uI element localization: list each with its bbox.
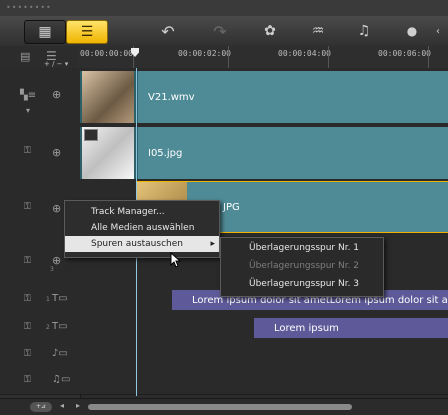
track-visibility-icon[interactable]: ⊕ [52,202,61,215]
scroll-right-icon[interactable]: ▸ [76,401,80,410]
zoom-button[interactable]: +⊿ [30,402,52,412]
storyboard-view-button[interactable]: ▦ [24,20,66,44]
title-clip[interactable]: Lorem ipsum [254,318,448,338]
clip-label: V21.wmv [148,91,195,103]
submenu-item-overlay-1[interactable]: Überlagerungsspur Nr. 1 [221,240,383,256]
ruler-tick: 00:00:00:00 [80,49,133,58]
time-ruler[interactable]: 00:00:00:00 00:00:02:00 00:00:04:00 00:0… [78,46,448,68]
auto-music-button[interactable]: ♫ [344,20,384,42]
menu-item-select-all-media[interactable]: Alle Medien auswählen [65,220,219,236]
title-track-icon[interactable]: T▭ [52,293,68,304]
ruler-tick: 00:00:02:00 [178,49,231,58]
timeline-toolbar: ▦ ☰ ↶ ↷ ✿ ♒ ♫ ● ‹ [0,16,448,47]
record-capture-icon: ✿ [264,23,276,39]
track-visibility-icon[interactable]: ⊕ [52,146,61,159]
sound-mixer-button[interactable]: ♒ [298,20,338,42]
chevron-right-icon: ‹ [436,25,440,37]
clip-label: JPG [223,201,240,213]
add-remove-track-button[interactable]: + / − ▾ [44,60,68,68]
undo-button[interactable]: ↶ [148,20,188,42]
music-track-icon[interactable]: ♫▭ [52,374,70,385]
grip-dots: •••••••• [6,3,52,12]
clip-thumbnail [82,127,134,179]
redo-icon: ↷ [213,21,227,41]
voice-track-icon[interactable]: ♪▭ [52,348,68,359]
more-icon: ● [406,24,418,38]
menu-item-track-manager[interactable]: Track Manager... [65,204,219,220]
swap-tracks-submenu: Überlagerungsspur Nr. 1 Überlagerungsspu… [220,237,384,297]
clip-label: I05.jpg [148,147,183,159]
window-top-strip: •••••••• [0,0,448,17]
submenu-item-overlay-2: Überlagerungsspur Nr. 2 [249,261,360,271]
redo-button[interactable]: ↷ [200,20,240,42]
lock-icon[interactable]: ⚿ [24,202,31,212]
track-visibility-icon[interactable]: ⊕ [52,88,61,101]
chevron-down-icon[interactable]: ▾ [26,106,30,115]
sound-mixer-icon: ♒ [311,23,325,39]
lock-icon[interactable]: ⚿ [24,256,31,266]
undo-icon: ↶ [161,21,175,41]
lock-icon[interactable]: ⚿ [24,294,31,304]
scroll-left-icon[interactable]: ◂ [60,401,64,410]
film-strip-icon[interactable]: ▤ [20,50,30,63]
context-menu: Track Manager... Alle Medien auswählen S… [64,200,220,258]
horizontal-scrollbar-thumb[interactable] [88,404,352,410]
clip-label: Lorem ipsum [274,322,339,334]
ruler-tick: 00:00:06:00 [378,49,431,58]
clip-thumbnail [82,71,134,123]
track-number: 2 [46,324,50,331]
track-row-music: ⚿ ♫▭ [0,368,448,395]
timeline-view-icon: ☰ [80,24,94,40]
title-track-icon[interactable]: T▭ [52,321,68,332]
lock-icon[interactable]: ⚿ [24,375,31,385]
track-number: 1 [46,296,50,303]
chevron-right-icon: ▸ [210,239,215,249]
lock-icon[interactable]: ⚿ [24,322,31,332]
ruler-tick: 00:00:04:00 [278,49,331,58]
track-number: 3 [50,266,54,273]
timeline-footer: +⊿ ◂ ▸ [0,398,448,415]
timeline-view-button[interactable]: ☰ [66,20,108,44]
track-row-voice: ⚿ ♪▭ [0,342,448,369]
menu-item-swap-tracks[interactable]: Spuren austauschen ▸ [65,236,219,252]
menu-item-label: Spuren austauschen [91,239,183,249]
submenu-item-overlay-3[interactable]: Überlagerungsspur Nr. 3 [221,276,383,292]
overflow-button[interactable]: ‹ [428,20,448,42]
record-capture-button[interactable]: ✿ [250,20,290,42]
mouse-cursor-icon [170,252,182,268]
storyboard-view-icon: ▦ [38,24,52,40]
lock-icon[interactable]: ⚿ [24,349,31,359]
more-button[interactable]: ● [392,20,432,42]
auto-music-icon: ♫ [357,23,371,39]
lock-icon[interactable]: ⚿ [24,146,31,156]
video-track-icon[interactable]: ▚≡ [20,90,36,101]
